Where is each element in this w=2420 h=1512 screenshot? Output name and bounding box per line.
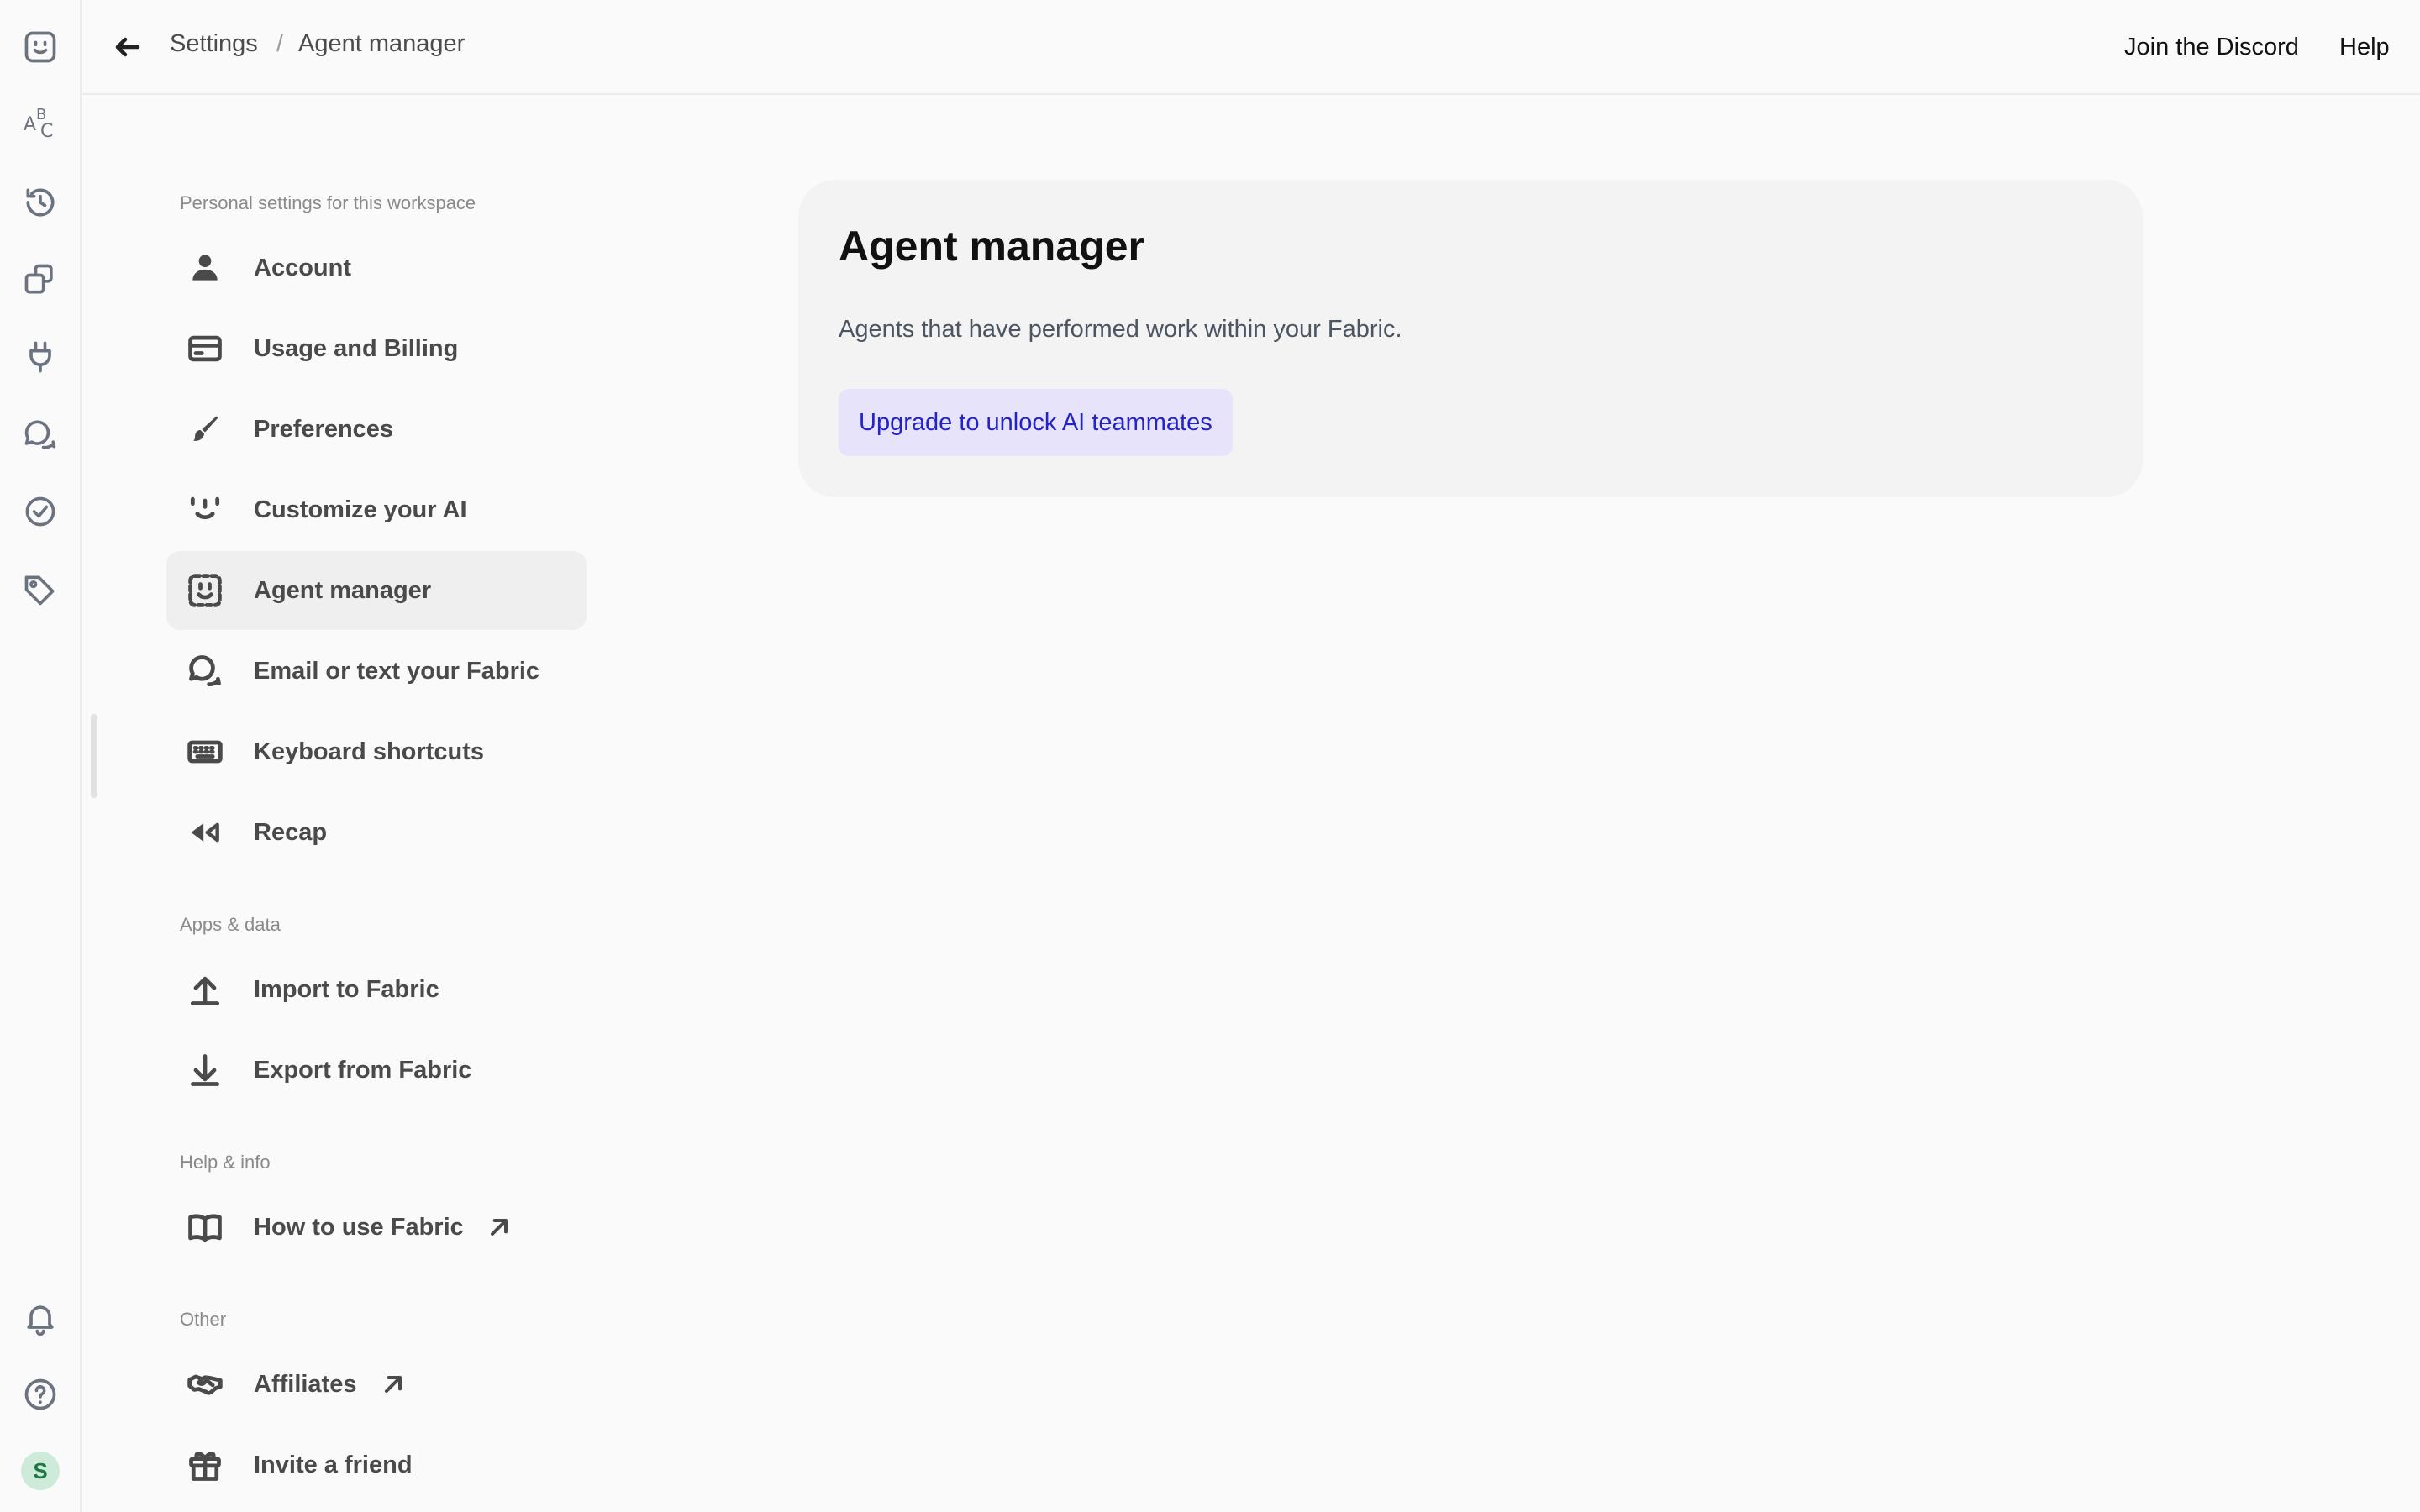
smile-icon: [187, 491, 224, 528]
nav-item-label: Keyboard shortcuts: [254, 738, 484, 765]
brush-icon: [187, 411, 224, 448]
nav-item-invite-friend[interactable]: Invite a friend: [166, 1425, 587, 1504]
nav-item-label: Recap: [254, 818, 328, 846]
keyboard-icon: [187, 733, 224, 770]
nav-item-affiliates[interactable]: Affiliates: [166, 1345, 587, 1424]
external-link-icon: [486, 1214, 513, 1241]
handshake-icon: [187, 1366, 224, 1403]
upload-icon: [187, 971, 224, 1008]
nav-item-label: Preferences: [254, 415, 394, 443]
external-link-icon: [380, 1371, 407, 1398]
arrow-left-icon: [115, 37, 140, 57]
nav-item-label: Account: [254, 254, 351, 281]
nav-item-how-to-use[interactable]: How to use Fabric: [166, 1188, 587, 1267]
nav-item-label: How to use Fabric: [254, 1213, 464, 1241]
chat-icon[interactable]: [17, 411, 64, 458]
nav-item-keyboard-shortcuts[interactable]: Keyboard shortcuts: [166, 712, 587, 791]
nav-item-agent-manager[interactable]: Agent manager: [166, 551, 587, 630]
help-link[interactable]: Help: [2329, 22, 2400, 72]
page-title: Agent manager: [839, 223, 1144, 270]
join-discord-link[interactable]: Join the Discord: [2114, 22, 2309, 72]
icon-rail: A B C S: [0, 0, 82, 1512]
breadcrumb-current: Agent manager: [298, 30, 466, 57]
nav-item-label: Export from Fabric: [254, 1056, 472, 1084]
abc-icon[interactable]: A B C: [17, 101, 64, 148]
nav-item-label: Affiliates: [254, 1370, 357, 1398]
nav-item-usage-billing[interactable]: Usage and Billing: [166, 309, 587, 388]
nav-item-preferences[interactable]: Preferences: [166, 390, 587, 469]
nav-item-email-text[interactable]: Email or text your Fabric: [166, 632, 587, 711]
agent-face-icon: [187, 572, 224, 609]
nav-item-label: Import to Fabric: [254, 975, 439, 1003]
download-icon: [187, 1052, 224, 1089]
plug-icon[interactable]: [17, 333, 64, 381]
nav-item-label: Agent manager: [254, 576, 432, 604]
nav-item-label: Usage and Billing: [254, 334, 459, 362]
breadcrumb-settings[interactable]: Settings: [170, 30, 258, 58]
gift-icon: [187, 1446, 224, 1483]
nav-item-export[interactable]: Export from Fabric: [166, 1031, 587, 1110]
nav-item-import[interactable]: Import to Fabric: [166, 950, 587, 1029]
rewind-icon: [187, 814, 224, 851]
check-circle-icon[interactable]: [17, 488, 64, 535]
bell-icon[interactable]: [17, 1294, 64, 1341]
person-icon: [187, 249, 224, 286]
nav-item-customize-ai[interactable]: Customize your AI: [166, 470, 587, 549]
nav-item-label: Invite a friend: [254, 1451, 413, 1478]
book-icon: [187, 1209, 224, 1246]
nav-item-label: Customize your AI: [254, 496, 467, 523]
copy-icon[interactable]: [17, 256, 64, 303]
top-bar: Settings / Agent manager Join the Discor…: [82, 0, 2420, 95]
tag-icon[interactable]: [17, 566, 64, 613]
section-label-personal: Personal settings for this workspace: [180, 192, 476, 213]
page-description: Agents that have performed work within y…: [839, 316, 1402, 343]
sidebar-resize-handle[interactable]: [91, 714, 97, 798]
history-icon[interactable]: [17, 179, 64, 226]
nav-item-label: Email or text your Fabric: [254, 657, 540, 685]
breadcrumb-separator: /: [276, 30, 284, 57]
agent-manager-card: Agent manager Agents that have performed…: [798, 180, 2143, 497]
section-label-other: Other: [180, 1309, 227, 1330]
section-label-apps-data: Apps & data: [180, 914, 281, 935]
upgrade-button[interactable]: Upgrade to unlock AI teammates: [839, 389, 1233, 456]
chat-bubbles-icon: [187, 653, 224, 690]
nav-item-account[interactable]: Account: [166, 228, 587, 307]
credit-card-icon: [187, 330, 224, 367]
help-icon[interactable]: [17, 1371, 64, 1418]
section-label-help-info: Help & info: [180, 1152, 271, 1173]
avatar[interactable]: S: [21, 1452, 60, 1490]
nav-item-recap[interactable]: Recap: [166, 793, 587, 872]
fabric-logo-icon[interactable]: [17, 24, 64, 71]
back-button[interactable]: [104, 24, 151, 71]
